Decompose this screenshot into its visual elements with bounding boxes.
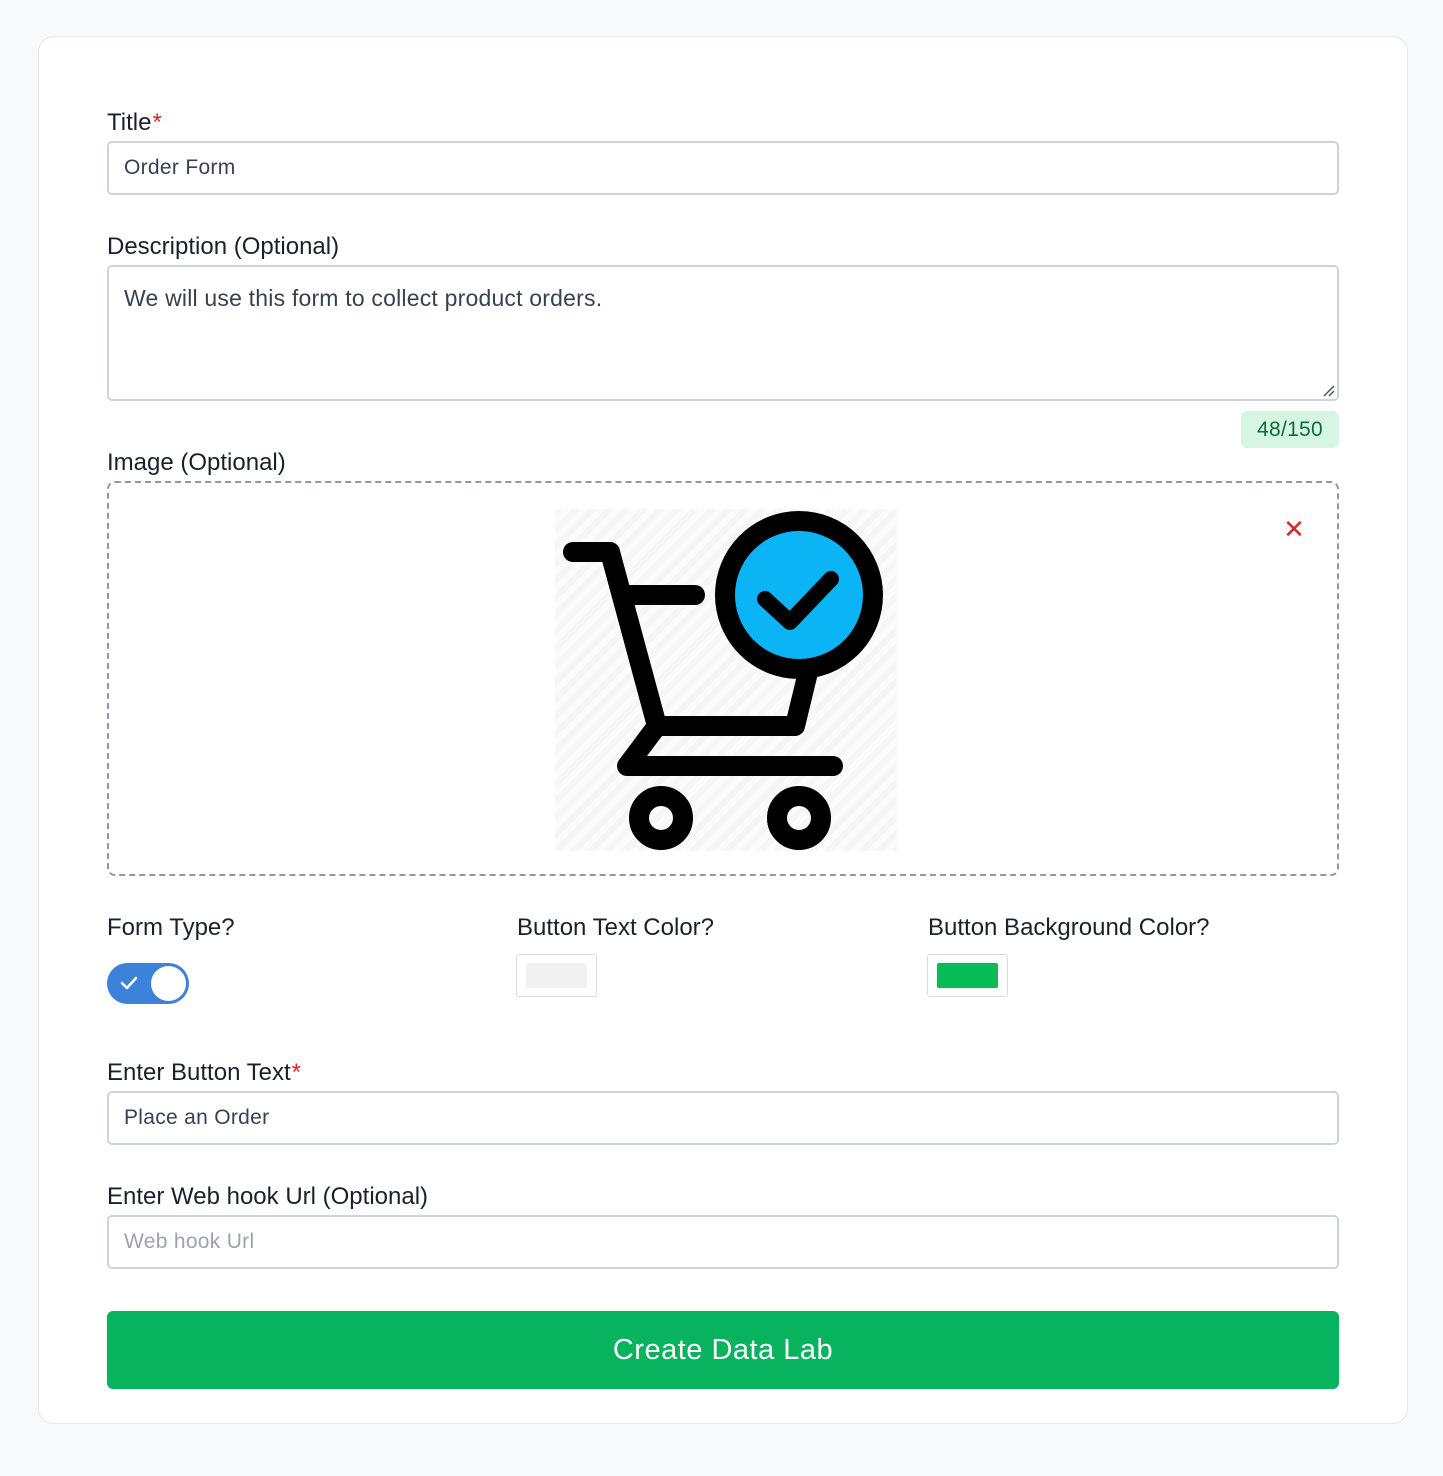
resize-grip-icon[interactable] <box>1321 383 1335 397</box>
button-background-color-picker[interactable] <box>927 954 1008 997</box>
toggle-knob <box>151 966 186 1001</box>
button-text-value: Place an Order <box>124 1106 270 1129</box>
text-color-swatch <box>526 963 587 988</box>
close-icon[interactable]: ✕ <box>1282 516 1306 542</box>
button-background-color-label: Button Background Color? <box>928 914 1210 941</box>
image-preview <box>555 509 897 851</box>
image-dropzone[interactable]: ✕ <box>107 481 1339 876</box>
title-input-value: Order Form <box>124 156 236 179</box>
background-color-swatch <box>937 963 998 988</box>
button-text-input[interactable]: Place an Order <box>107 1091 1339 1145</box>
required-mark: * <box>152 109 162 136</box>
form-type-label: Form Type? <box>107 914 235 941</box>
webhook-label: Enter Web hook Url (Optional) <box>107 1183 429 1210</box>
button-text-color-label: Button Text Color? <box>517 914 715 941</box>
create-data-lab-button[interactable]: Create Data Lab <box>107 1311 1339 1389</box>
check-icon <box>120 976 138 990</box>
webhook-placeholder: Web hook Url <box>124 1230 255 1253</box>
image-label: Image (Optional) <box>107 449 286 476</box>
description-label: Description (Optional) <box>107 233 340 260</box>
required-mark: * <box>291 1059 302 1086</box>
description-value: We will use this form to collect product… <box>124 285 603 311</box>
webhook-input[interactable]: Web hook Url <box>107 1215 1339 1269</box>
shopping-cart-check-icon <box>563 511 883 850</box>
character-counter: 48/150 <box>1241 411 1339 448</box>
button-text-color-picker[interactable] <box>516 954 597 997</box>
description-textarea[interactable]: We will use this form to collect product… <box>107 265 1339 401</box>
title-label: Title* <box>107 109 162 136</box>
button-text-label: Enter Button Text* <box>107 1059 302 1086</box>
form-type-toggle[interactable] <box>107 963 189 1004</box>
title-input[interactable]: Order Form <box>107 141 1339 195</box>
